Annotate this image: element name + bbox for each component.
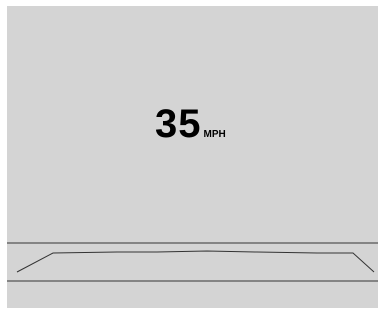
road-view	[7, 242, 378, 282]
speed-value: 35	[155, 102, 202, 146]
hud-panel: 35 MPH	[7, 6, 378, 308]
speed-unit: MPH	[203, 129, 226, 140]
speed-readout: 35 MPH	[155, 104, 226, 144]
road-edge-curve	[16, 250, 375, 273]
